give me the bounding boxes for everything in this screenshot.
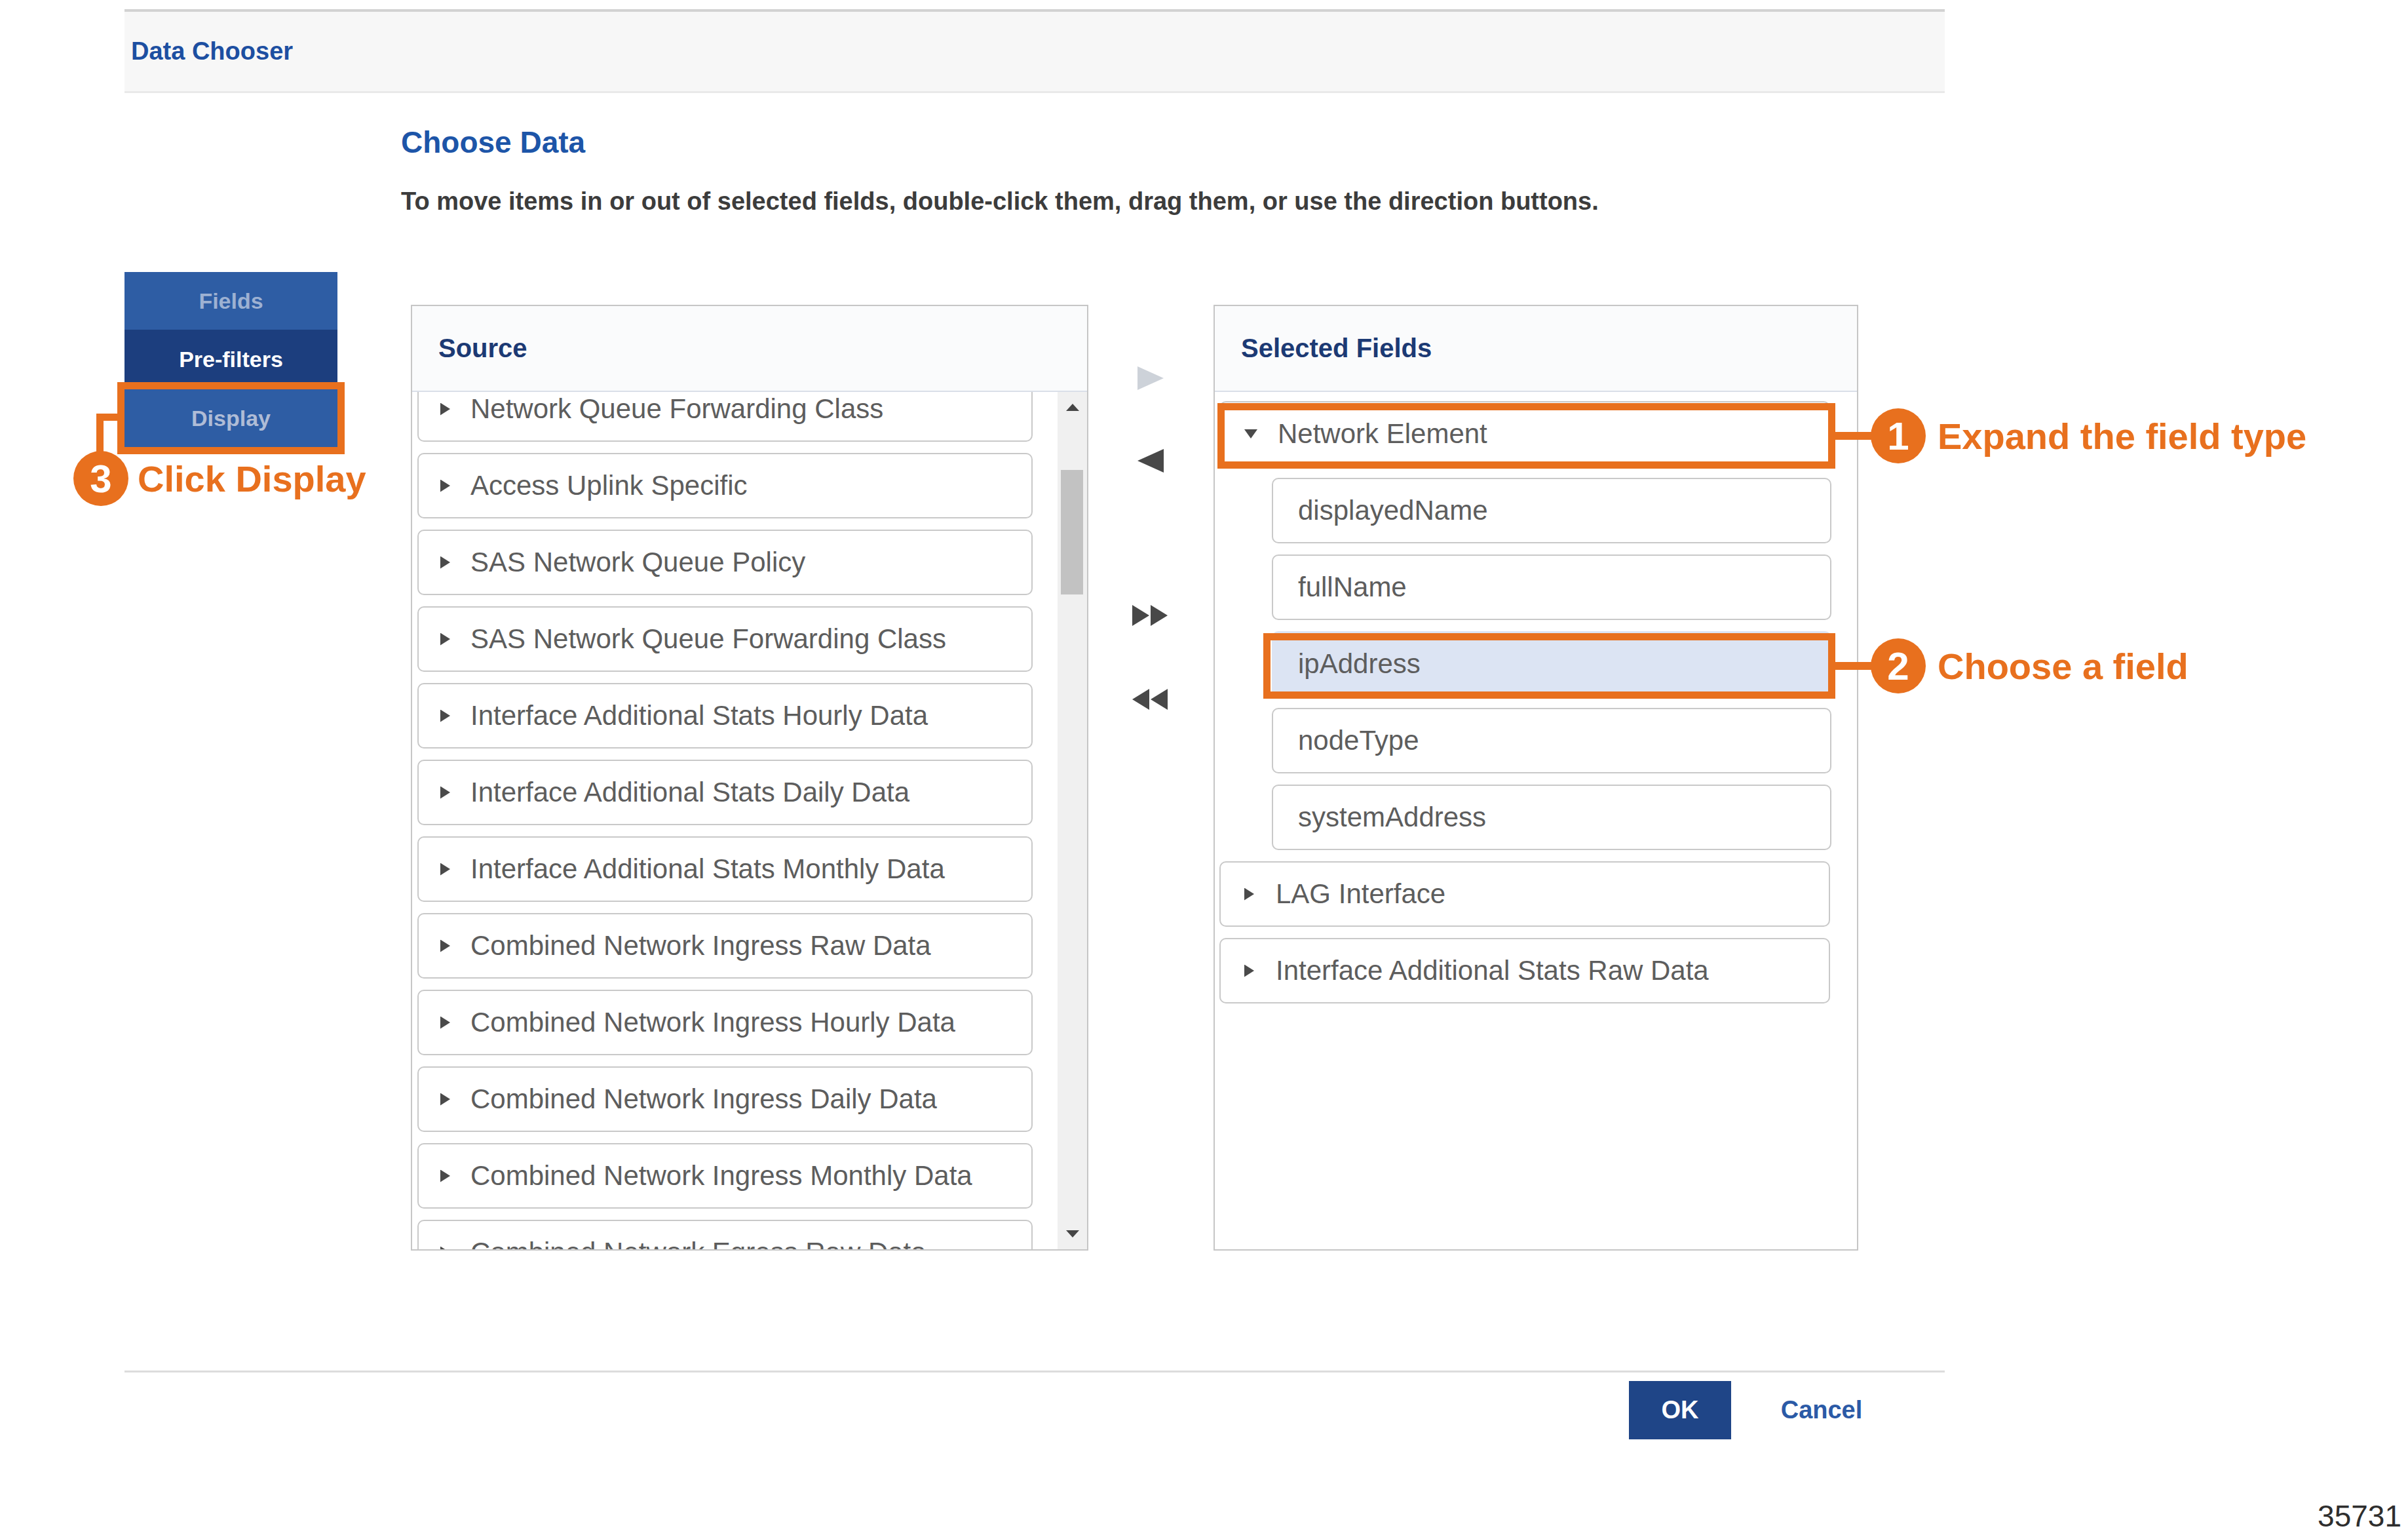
selected-field-item[interactable]: fullName <box>1272 554 1831 620</box>
source-item[interactable]: Network Queue Forwarding Class <box>417 392 1033 442</box>
source-item-label: Combined Network Ingress Monthly Data <box>470 1160 972 1192</box>
expand-icon <box>440 940 450 952</box>
source-item-label: Combined Network Egress Raw Data <box>470 1237 927 1249</box>
callout-2-highlight-box <box>1263 633 1835 699</box>
selected-field-label: systemAddress <box>1298 802 1486 833</box>
callout-1-connector <box>1834 432 1872 440</box>
selected-fields-panel-title: Selected Fields <box>1241 334 1432 363</box>
expand-icon <box>440 403 450 416</box>
expand-icon <box>440 863 450 876</box>
scroll-up-icon[interactable] <box>1066 404 1079 411</box>
tab-fields[interactable]: Fields <box>124 272 337 330</box>
selected-field-label: Interface Additional Stats Raw Data <box>1276 955 1709 986</box>
source-item[interactable]: Combined Network Egress Raw Data <box>417 1220 1033 1249</box>
source-item[interactable]: Combined Network Ingress Monthly Data <box>417 1143 1033 1209</box>
source-item-label: Interface Additional Stats Daily Data <box>470 777 909 808</box>
scrollbar-thumb[interactable] <box>1061 470 1083 594</box>
selected-field-label: displayedName <box>1298 495 1488 526</box>
source-scrollbar[interactable] <box>1058 392 1087 1249</box>
expand-icon[interactable] <box>1244 888 1254 901</box>
callout-3-number: 3 <box>90 456 111 501</box>
selected-field-item[interactable]: Interface Additional Stats Raw Data <box>1219 938 1830 1003</box>
tab-pre-filters[interactable]: Pre-filters <box>124 330 337 389</box>
expand-icon <box>440 710 450 722</box>
source-panel-title: Source <box>438 334 527 363</box>
source-item[interactable]: Interface Additional Stats Monthly Data <box>417 836 1033 902</box>
selected-fields-list: Network ElementdisplayedNamefullNameipAd… <box>1215 392 1857 1249</box>
expand-icon <box>440 480 450 492</box>
selected-field-label: fullName <box>1298 572 1407 603</box>
expand-icon <box>440 1093 450 1106</box>
callout-3-highlight-box <box>117 382 345 454</box>
source-item[interactable]: SAS Network Queue Forwarding Class <box>417 606 1033 672</box>
callout-2-connector <box>1834 662 1872 670</box>
callout-2-label: Choose a field <box>1938 638 2188 693</box>
source-item[interactable]: Interface Additional Stats Hourly Data <box>417 683 1033 749</box>
source-item-label: Combined Network Ingress Raw Data <box>470 930 931 962</box>
callout-1-label: Expand the field type <box>1938 408 2306 463</box>
scroll-down-icon[interactable] <box>1066 1230 1079 1237</box>
expand-icon <box>440 556 450 569</box>
move-right-button[interactable] <box>1130 364 1172 393</box>
selected-field-label: nodeType <box>1298 725 1419 756</box>
source-item-label: SAS Network Queue Policy <box>470 547 805 578</box>
callout-3-connector-v <box>96 414 104 454</box>
move-all-right-button[interactable] <box>1130 601 1172 630</box>
source-list: Network Queue Forwarding Class Access Upl… <box>412 392 1056 1249</box>
ok-button[interactable]: OK <box>1629 1381 1731 1439</box>
source-item[interactable]: Combined Network Ingress Hourly Data <box>417 990 1033 1055</box>
data-chooser-screen: Data Chooser Choose Data To move items i… <box>0 0 2408 1537</box>
move-all-left-button[interactable] <box>1130 685 1172 714</box>
expand-icon <box>440 1170 450 1182</box>
source-item-label: Access Uplink Specific <box>470 470 747 501</box>
dialog-title: Data Chooser <box>131 37 293 66</box>
callout-2-number-badge: 2 <box>1871 638 1926 693</box>
expand-icon <box>440 633 450 646</box>
source-item-label: Interface Additional Stats Monthly Data <box>470 853 945 885</box>
page-number: 35731 <box>2261 1498 2401 1534</box>
source-panel-header: Source <box>412 306 1087 392</box>
source-item-label: Interface Additional Stats Hourly Data <box>470 700 928 731</box>
source-item[interactable]: SAS Network Queue Policy <box>417 530 1033 595</box>
move-left-button[interactable] <box>1130 446 1172 475</box>
expand-icon[interactable] <box>1244 965 1254 977</box>
selected-field-label: LAG Interface <box>1276 878 1445 910</box>
footer-divider <box>124 1371 1945 1372</box>
callout-1-highlight-box <box>1217 403 1835 469</box>
selected-field-item[interactable]: nodeType <box>1272 708 1831 773</box>
callout-1-number-badge: 1 <box>1871 408 1926 463</box>
source-item[interactable]: Access Uplink Specific <box>417 453 1033 518</box>
source-item[interactable]: Combined Network Ingress Daily Data <box>417 1066 1033 1132</box>
selected-field-item[interactable]: displayedName <box>1272 478 1831 543</box>
selected-fields-panel-header: Selected Fields <box>1215 306 1857 392</box>
callout-2-number: 2 <box>1887 644 1909 689</box>
selected-field-item[interactable]: systemAddress <box>1272 785 1831 850</box>
source-item-label: Combined Network Ingress Daily Data <box>470 1083 937 1115</box>
callout-3-label: Click Display <box>138 451 366 506</box>
source-item-label: Combined Network Ingress Hourly Data <box>470 1007 955 1038</box>
callout-1-number: 1 <box>1887 414 1909 459</box>
expand-icon <box>440 787 450 799</box>
source-item-label: SAS Network Queue Forwarding Class <box>470 623 946 655</box>
callout-3-number-badge: 3 <box>73 451 128 506</box>
dialog-titlebar: Data Chooser <box>124 9 1945 93</box>
expand-icon <box>440 1017 450 1029</box>
expand-icon <box>440 1247 450 1250</box>
instruction-text: To move items in or out of selected fiel… <box>401 187 1599 216</box>
selected-field-item[interactable]: LAG Interface <box>1219 861 1830 927</box>
page-title: Choose Data <box>401 125 585 160</box>
source-item-label: Network Queue Forwarding Class <box>470 393 883 425</box>
source-item[interactable]: Interface Additional Stats Daily Data <box>417 760 1033 825</box>
source-item[interactable]: Combined Network Ingress Raw Data <box>417 913 1033 979</box>
cancel-button[interactable]: Cancel <box>1769 1381 1874 1439</box>
